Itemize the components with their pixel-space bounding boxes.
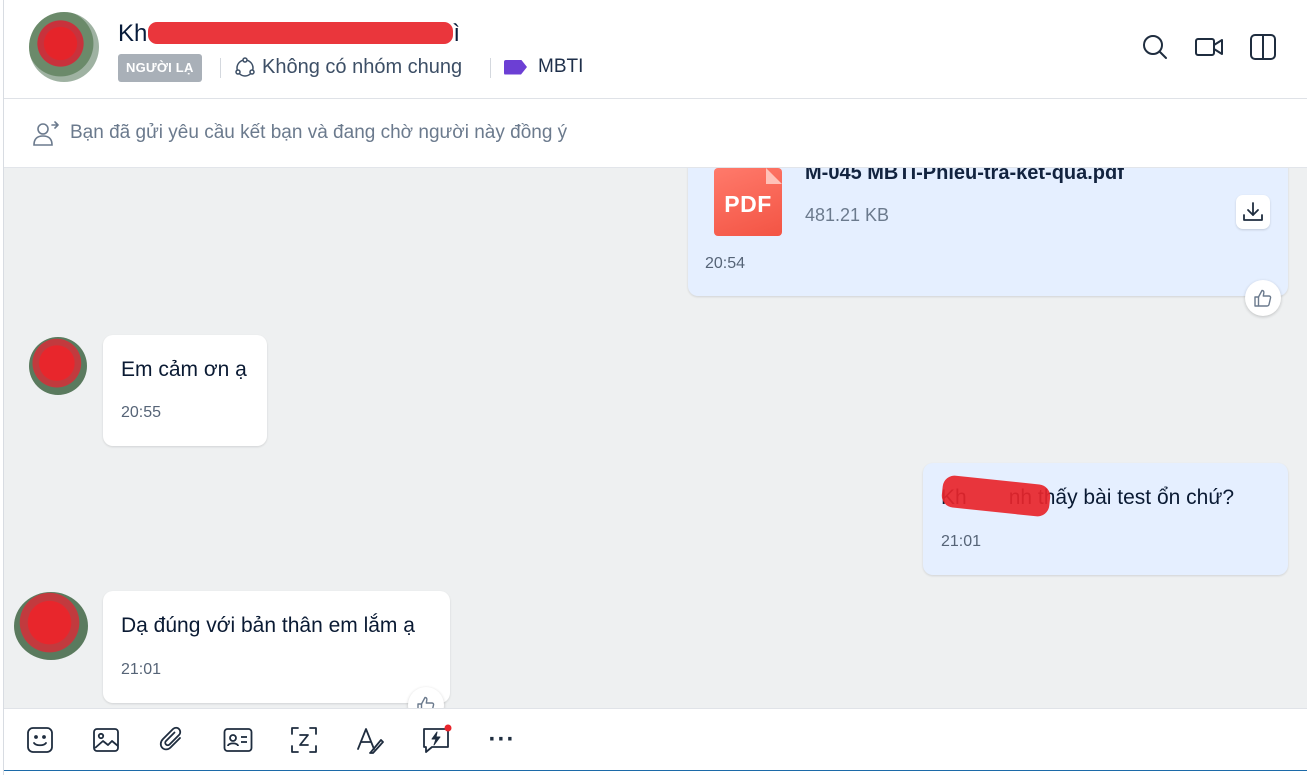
side-panel-toggle[interactable] xyxy=(1246,30,1280,64)
video-call-button[interactable] xyxy=(1192,30,1226,64)
common-groups-info[interactable]: Không có nhóm chung xyxy=(234,56,462,79)
contact-card-button[interactable] xyxy=(220,722,256,758)
composer-toolbar: ··· xyxy=(4,708,1307,770)
composer-input-edge[interactable] xyxy=(4,770,1307,775)
download-icon xyxy=(1242,201,1264,223)
group-icon xyxy=(234,56,256,79)
pdf-icon-label: PDF xyxy=(724,191,772,217)
label-tag[interactable]: MBTI xyxy=(504,56,583,78)
received-message[interactable]: Em cảm ơn ạ 20:55 xyxy=(103,335,267,446)
message-time: 21:01 xyxy=(121,661,162,678)
search-button[interactable] xyxy=(1138,30,1172,64)
contact-name-prefix: Kh xyxy=(118,20,148,47)
file-name[interactable]: M-045 MBTI-Phieu-tra-ket-qua.pdf xyxy=(805,168,1124,185)
thumbs-up-icon xyxy=(1253,288,1273,308)
download-button[interactable] xyxy=(1236,195,1270,229)
side-panel-icon xyxy=(1249,33,1277,61)
quick-message-button[interactable] xyxy=(418,722,454,758)
video-call-icon xyxy=(1194,35,1224,59)
text-format-button[interactable] xyxy=(352,722,388,758)
more-icon: ··· xyxy=(488,726,516,753)
pdf-file-icon: PDF xyxy=(714,168,782,236)
contact-name-suffix: ì xyxy=(453,20,461,47)
attachment-icon xyxy=(158,726,186,754)
friend-request-notice-text: Bạn đã gửi yêu cầu kết bạn và đang chờ n… xyxy=(70,122,568,143)
redaction-mark xyxy=(148,22,454,44)
screenshot-icon xyxy=(289,725,319,755)
sticker-button[interactable] xyxy=(22,722,58,758)
image-icon xyxy=(92,726,120,754)
label-tag-text: MBTI xyxy=(538,56,584,77)
thumbs-up-icon xyxy=(416,695,436,708)
sender-avatar[interactable] xyxy=(29,337,87,395)
message-time: 21:01 xyxy=(941,533,982,550)
message-time: 20:54 xyxy=(705,255,746,272)
attachment-button[interactable] xyxy=(154,722,190,758)
file-message[interactable]: PDF M-045 MBTI-Phieu-tra-ket-qua.pdf 481… xyxy=(688,168,1288,296)
header-divider xyxy=(220,58,221,78)
notification-dot xyxy=(444,724,452,732)
screenshot-button[interactable] xyxy=(286,722,322,758)
tag-icon xyxy=(504,59,527,75)
message-text: Dạ đúng với bản thân em lắm ạ xyxy=(121,614,415,637)
message-text: Em cảm ơn ạ xyxy=(121,358,247,381)
sticker-icon xyxy=(26,726,54,754)
contact-avatar[interactable] xyxy=(29,12,99,82)
reaction-button[interactable] xyxy=(1245,280,1281,316)
more-button[interactable]: ··· xyxy=(484,722,520,758)
contact-card-icon xyxy=(223,727,253,753)
friend-request-notice: Bạn đã gửi yêu cầu kết bạn và đang chờ n… xyxy=(4,99,1307,168)
message-time: 20:55 xyxy=(121,404,162,421)
text-format-icon xyxy=(355,725,385,755)
contact-name[interactable]: Kh ì xyxy=(118,20,460,48)
stranger-badge: NGƯỜI LẠ xyxy=(118,54,202,82)
chat-header: Kh ì NGƯỜI LẠ Không có nhóm chung MBTI xyxy=(4,0,1307,99)
message-list[interactable]: PDF M-045 MBTI-Phieu-tra-ket-qua.pdf 481… xyxy=(4,168,1307,708)
sender-avatar[interactable] xyxy=(14,592,88,660)
quick-message-icon xyxy=(420,724,452,756)
image-button[interactable] xyxy=(88,722,124,758)
received-message[interactable]: Dạ đúng với bản thân em lắm ạ 21:01 xyxy=(103,591,450,703)
add-friend-icon xyxy=(32,121,60,147)
header-divider xyxy=(490,58,491,78)
file-size: 481.21 KB xyxy=(805,205,890,225)
common-groups-text: Không có nhóm chung xyxy=(262,56,463,78)
search-icon xyxy=(1141,33,1169,61)
